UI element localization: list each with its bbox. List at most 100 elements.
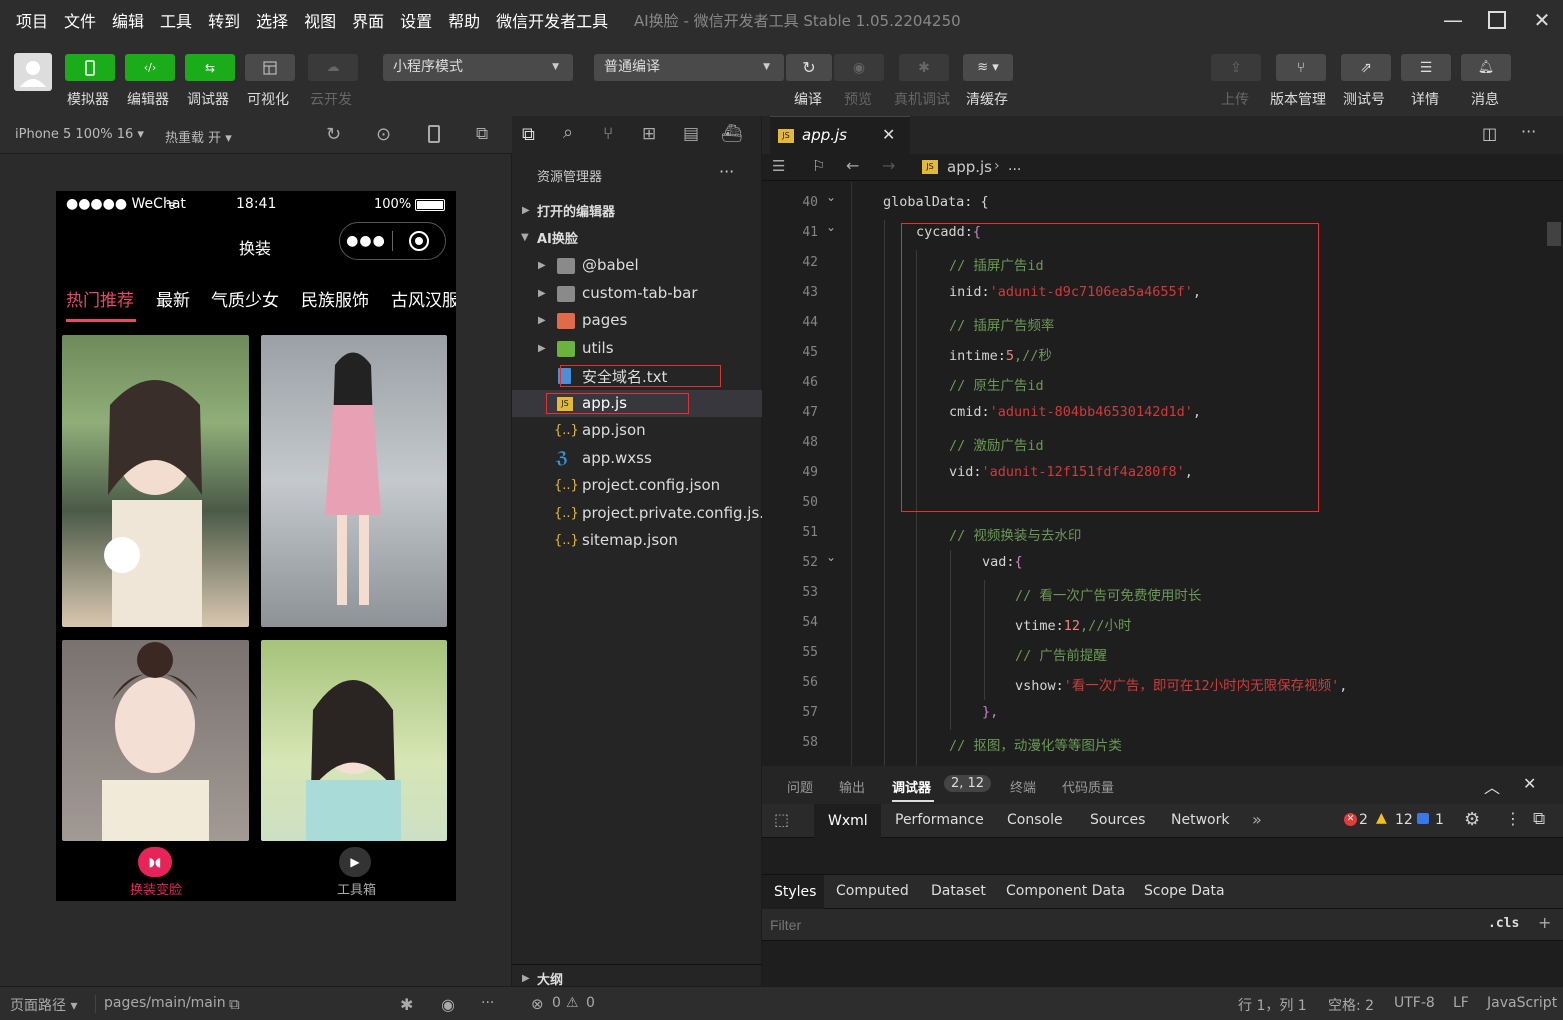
phone-icon[interactable] <box>428 125 440 143</box>
forward-arrow-icon[interactable]: → <box>882 156 895 175</box>
category-tab-ethnic[interactable]: 民族服饰 <box>301 286 369 311</box>
menu-edit[interactable]: 编辑 <box>108 8 148 32</box>
files-icon[interactable]: ⧉ <box>522 124 535 145</box>
copy-icon[interactable]: ⧉ <box>229 995 240 1013</box>
photo-thumbnail[interactable] <box>261 335 447 627</box>
tree-folder-utils[interactable]: ▶ utils <box>512 335 762 362</box>
gear-icon[interactable]: ⚙ <box>1464 809 1480 830</box>
photo-thumbnail[interactable] <box>62 335 249 627</box>
project-root-section[interactable]: ▼ AI换脸 <box>512 224 762 251</box>
mask-icon[interactable]: ◗◖ <box>138 847 172 877</box>
tab-computed[interactable]: Computed <box>836 883 909 899</box>
menu-wechat-devtools[interactable]: 微信开发者工具 <box>492 8 612 32</box>
close-window-button[interactable]: ✕ <box>1527 6 1557 34</box>
chevron-up-icon[interactable]: ︿ <box>1484 774 1500 798</box>
fold-chevron-icon[interactable]: ⌄ <box>826 550 836 564</box>
page-path-select[interactable]: 页面路径 ▾ <box>10 995 77 1015</box>
bug-icon[interactable]: ✱ <box>400 995 413 1014</box>
fold-chevron-icon[interactable]: ⌄ <box>826 220 836 234</box>
compile-button[interactable]: ↻ <box>786 54 832 81</box>
editor-tab-app-js[interactable]: JS app.js ✕ <box>770 116 910 154</box>
source-control-icon[interactable]: ⑂ <box>603 124 613 144</box>
category-tab-hanfu[interactable]: 古风汉服 <box>391 286 456 311</box>
tree-file-project-private-config[interactable]: {..} project.private.config.js... <box>512 500 774 527</box>
info-count[interactable]: 1 <box>1435 812 1444 828</box>
more-tabs-icon[interactable]: » <box>1252 810 1262 829</box>
menu-select[interactable]: 选择 <box>252 8 292 32</box>
error-count[interactable]: 2 <box>1359 812 1368 828</box>
fold-chevron-icon[interactable]: ⌄ <box>826 190 836 204</box>
split-editor-icon[interactable]: ◫ <box>1482 124 1497 143</box>
tree-file-domain-txt[interactable]: 安全域名.txt <box>512 362 762 389</box>
compile-mode-select[interactable]: 普通编译 ▼ <box>594 54 784 81</box>
line-ending[interactable]: LF <box>1453 995 1469 1011</box>
eye-icon[interactable]: ◉ <box>441 995 455 1014</box>
extensions-icon[interactable]: ⊞ <box>642 124 656 144</box>
test-account-button[interactable]: ⇗ <box>1341 54 1391 81</box>
close-panel-icon[interactable]: ✕ <box>1523 774 1536 793</box>
tree-file-project-config[interactable]: {..} project.config.json <box>512 472 762 499</box>
tree-file-app-js[interactable]: JS app.js <box>512 390 762 417</box>
photo-thumbnail[interactable] <box>261 640 447 841</box>
language-mode[interactable]: JavaScript <box>1487 995 1557 1011</box>
cloud-dev-button[interactable]: ☁ <box>308 54 358 81</box>
more-icon[interactable]: ··· <box>481 995 494 1011</box>
indentation[interactable]: 空格: 2 <box>1328 995 1374 1015</box>
stop-icon[interactable]: ⊙ <box>376 124 391 145</box>
search-icon[interactable]: ⌕ <box>563 122 573 143</box>
device-select[interactable]: iPhone 5 100% 16 ▾ <box>15 127 144 142</box>
inspect-icon[interactable]: ⬚ <box>774 810 789 829</box>
tab-performance[interactable]: Performance <box>895 812 984 828</box>
tab-scope-data[interactable]: Scope Data <box>1144 883 1225 899</box>
upload-button[interactable]: ⇪ <box>1211 54 1261 81</box>
avatar[interactable] <box>14 53 52 91</box>
tree-file-sitemap[interactable]: {..} sitemap.json <box>512 527 762 554</box>
tab-sources[interactable]: Sources <box>1090 812 1145 828</box>
play-icon[interactable]: ▶ <box>339 847 371 877</box>
tabbar-item-toolbox[interactable]: 工具箱 <box>337 879 376 898</box>
debugger-toggle-button[interactable]: ⇆ <box>185 54 235 81</box>
back-arrow-icon[interactable]: ← <box>846 156 859 175</box>
tree-folder-custom-tab-bar[interactable]: ▶ custom-tab-bar <box>512 280 762 307</box>
remote-debug-button[interactable]: ✱ <box>899 54 949 81</box>
menu-file[interactable]: 文件 <box>60 8 100 32</box>
status-error-count[interactable]: 0 <box>552 995 561 1011</box>
photo-thumbnail[interactable] <box>62 640 249 841</box>
open-editors-section[interactable]: ▶ 打开的编辑器 <box>512 197 762 224</box>
preview-button[interactable]: ◉ <box>834 54 884 81</box>
messages-button[interactable]: 🔔︎ <box>1461 54 1511 81</box>
hot-reload-select[interactable]: 热重载 开 ▾ <box>165 127 232 146</box>
tab-styles[interactable]: Styles <box>762 875 824 909</box>
breadcrumb-file[interactable]: app.js <box>947 158 992 176</box>
editor-toggle-button[interactable]: ‹/› <box>125 54 175 81</box>
tabbar-item-face-swap[interactable]: 换装变脸 <box>130 879 182 898</box>
category-tab-latest[interactable]: 最新 <box>156 286 190 311</box>
tab-dataset[interactable]: Dataset <box>931 883 986 899</box>
menu-tools[interactable]: 工具 <box>156 8 196 32</box>
menu-settings[interactable]: 设置 <box>396 8 436 32</box>
menu-interface[interactable]: 界面 <box>348 8 388 32</box>
cls-toggle[interactable]: .cls <box>1488 916 1519 931</box>
docker-icon[interactable]: ⛴ <box>721 124 743 144</box>
tree-file-app-wxss[interactable]: ℨapp.wxss <box>512 445 762 472</box>
menu-project[interactable]: 项目 <box>12 8 52 32</box>
detach-window-icon[interactable]: ⧉ <box>476 124 488 144</box>
details-button[interactable]: ☰ <box>1401 54 1451 81</box>
kebab-menu-icon[interactable]: ⋮ <box>1505 809 1521 828</box>
add-style-button[interactable]: + <box>1538 913 1551 932</box>
maximize-button[interactable] <box>1482 6 1512 34</box>
tab-wxml[interactable]: Wxml <box>814 804 881 838</box>
scrollbar-thumb[interactable] <box>1547 222 1561 246</box>
category-tab-elegant[interactable]: 气质少女 <box>211 286 279 311</box>
more-icon[interactable]: ··· <box>719 162 734 181</box>
minimize-button[interactable]: — <box>1438 6 1468 34</box>
menu-help[interactable]: 帮助 <box>444 8 484 32</box>
version-mgmt-button[interactable]: ⑂ <box>1276 54 1326 81</box>
menu-goto[interactable]: 转到 <box>204 8 244 32</box>
tab-network[interactable]: Network <box>1171 812 1229 828</box>
cursor-position[interactable]: 行 1，列 1 <box>1238 995 1307 1015</box>
bookmark-icon[interactable]: ⚐ <box>812 157 825 175</box>
simulator-toggle-button[interactable] <box>65 54 115 81</box>
tab-output[interactable]: 输出 <box>839 777 865 796</box>
mode-select[interactable]: 小程序模式 ▼ <box>383 54 573 81</box>
